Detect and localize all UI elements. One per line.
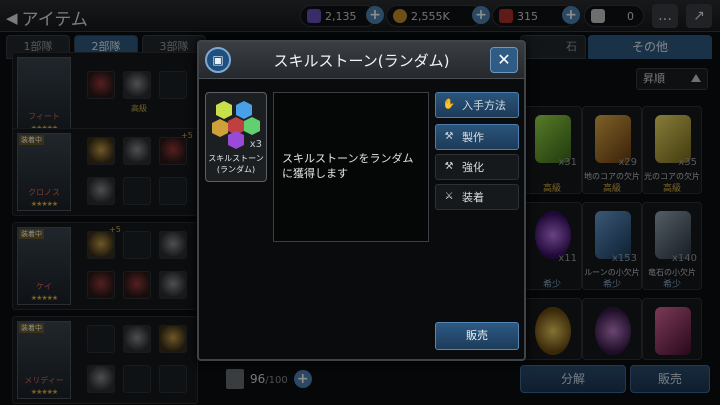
equip-label: 装着 [462,191,484,204]
obtain-method-button[interactable]: ✋ 入手方法 [435,92,519,118]
modal-title: スキルストーン(ランダム) [273,52,450,70]
tools-icon: ⚒ [444,131,454,142]
hammer-icon: ⚒ [444,161,454,172]
hand-icon: ✋ [442,99,456,110]
equip-icon: ⚔ [444,191,454,202]
item-detail-modal: ▣ スキルストーン(ランダム) ✕ x3 スキルストーン(ランダム) スキルスト… [197,40,526,361]
item-description: スキルストーンをランダムに獲得します [282,152,414,180]
craft-label: 製作 [462,131,484,144]
item-name: スキルストーン(ランダム) [208,154,264,174]
description-panel: スキルストーンをランダムに獲得します [273,92,429,242]
modal-header: ▣ スキルストーン(ランダム) ✕ [199,42,524,79]
sell-button[interactable]: 販売 [435,322,519,350]
obtain-method-label: 入手方法 [462,99,506,112]
enhance-button[interactable]: ⚒ 強化 [435,154,519,180]
craft-button[interactable]: ⚒ 製作 [435,124,519,150]
close-button[interactable]: ✕ [490,47,518,73]
item-quantity: x3 [249,139,262,150]
item-card: x3 スキルストーン(ランダム) [205,92,267,182]
equip-button[interactable]: ⚔ 装着 [435,184,519,210]
enhance-label: 強化 [462,161,484,174]
